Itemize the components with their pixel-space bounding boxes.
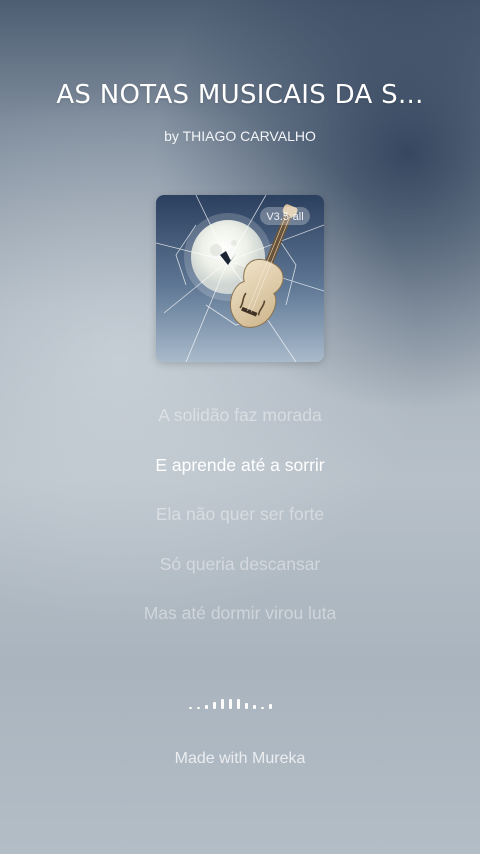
lyric-line: Só queria descansar — [159, 553, 321, 574]
lyric-line: A solidão faz morada — [158, 405, 322, 425]
waveform-bar — [205, 705, 208, 709]
waveform-bar — [197, 707, 200, 709]
waveform-bar — [253, 705, 256, 709]
artist-name: by THIAGO CARVALHO — [164, 128, 316, 144]
waveform-bar — [221, 699, 224, 709]
made-with-mureka-text: Made with Mureka — [174, 750, 306, 767]
album-cover: V3.5-all — [156, 195, 324, 362]
waveform-bar — [261, 707, 264, 709]
lyric-line: Mas até dormir virou luta — [143, 603, 337, 623]
song-title: AS NOTAS MUSICAIS DA S... — [56, 80, 424, 110]
waveform-bar — [189, 707, 192, 709]
waveform-bar — [229, 699, 232, 709]
lyric-line-active: E aprende até a sorrir — [155, 454, 325, 475]
lyric-line: Ela não quer ser forte — [155, 504, 325, 524]
waveform-bar — [213, 702, 216, 709]
waveform-bar — [237, 699, 240, 709]
audio-waveform-icon — [189, 693, 285, 709]
lyrics-list: A solidão faz morada E aprende até a sor… — [0, 400, 480, 648]
version-badge: V3.5-all — [266, 211, 304, 223]
waveform-bar — [245, 703, 248, 709]
waveform-bar — [269, 704, 272, 709]
